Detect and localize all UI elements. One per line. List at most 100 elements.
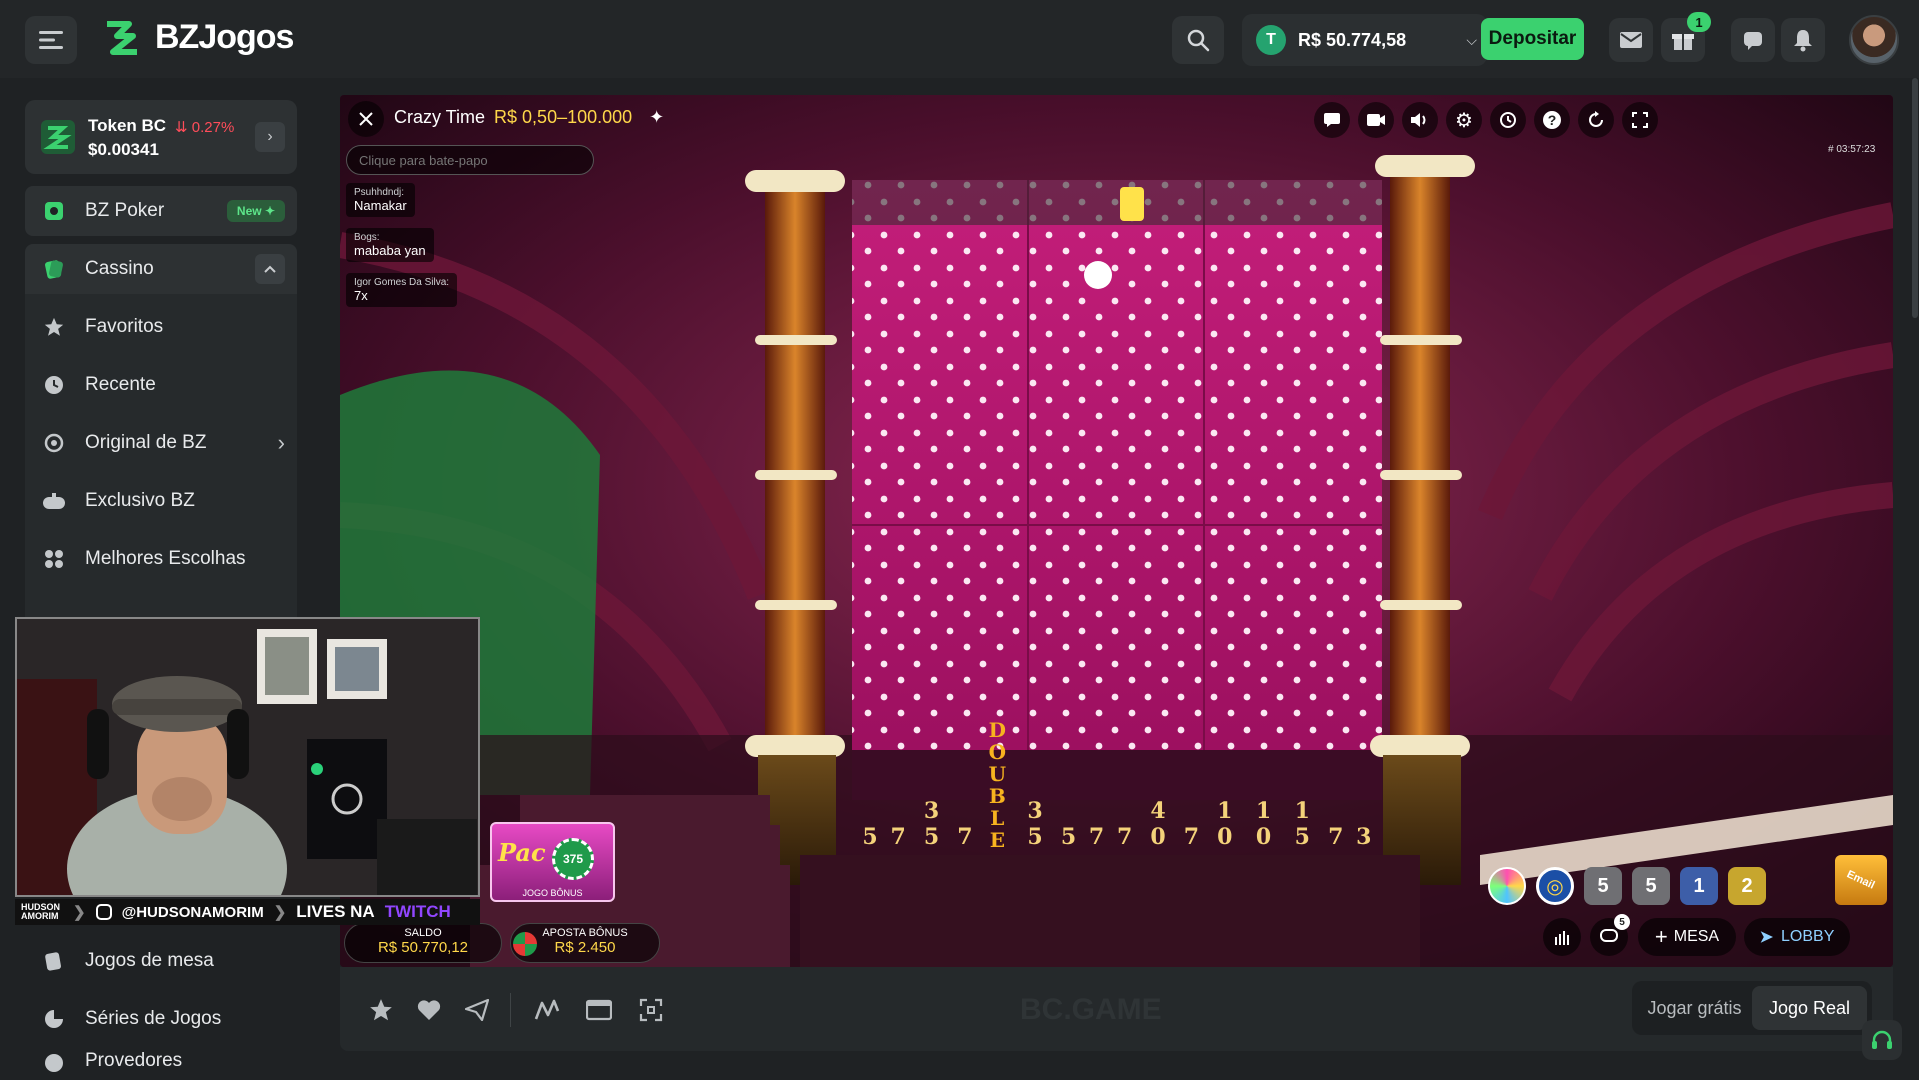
search-icon (1187, 29, 1210, 52)
sidebar-item-bz-poker[interactable]: BZ Poker New ✦ (25, 186, 297, 236)
stats-chart-button[interactable] (532, 995, 562, 1025)
messages-button[interactable] (1609, 18, 1653, 62)
chat-icon (1744, 32, 1762, 50)
sound-button[interactable] (1402, 102, 1438, 138)
grid-icon (41, 546, 67, 572)
chat-button[interactable] (1731, 18, 1775, 62)
game-controls: ⚙ ? (1314, 102, 1658, 138)
result-chip: 5 (1632, 867, 1670, 905)
lobby-button[interactable]: ➤ LOBBY (1744, 918, 1850, 956)
pachinko-logo: Pac (498, 838, 546, 867)
mesa-button[interactable]: + MESA (1638, 918, 1736, 956)
user-avatar[interactable] (1849, 15, 1899, 65)
close-icon (359, 112, 373, 126)
sidebar-item-exclusivo-bz[interactable]: Exclusivo BZ (25, 476, 297, 526)
sidebar-item-cassino[interactable]: Cassino (25, 244, 297, 294)
support-button[interactable] (1862, 1020, 1902, 1060)
deposit-button[interactable]: Depositar (1481, 18, 1584, 60)
video-button[interactable] (1358, 102, 1394, 138)
plus-icon: + (1654, 924, 1668, 949)
volume-icon (1411, 113, 1426, 127)
slot-label: 10 (1211, 798, 1238, 850)
chevron-right-icon[interactable]: › (278, 430, 285, 456)
pin-icon[interactable]: ✦ (649, 107, 664, 127)
sidebar-item-label: Favoritos (85, 316, 164, 337)
providers-icon (41, 1050, 67, 1076)
page-scrollbar[interactable] (1912, 78, 1918, 318)
sidebar-item-series-de-jogos[interactable]: Séries de Jogos (25, 994, 297, 1044)
play-free-option[interactable]: Jogar grátis (1637, 986, 1752, 1030)
svg-text:?: ? (1548, 112, 1557, 128)
sidebar-item-provedores[interactable]: Provedores (25, 1050, 297, 1080)
window-icon (586, 999, 612, 1021)
sidebar-item-jogos-de-mesa[interactable]: Jogos de mesa (25, 936, 297, 986)
refresh-icon (1589, 111, 1603, 127)
chat-user: Bogs: (354, 232, 380, 243)
help-icon: ? (1543, 111, 1561, 129)
settings-button[interactable]: ⚙ (1446, 102, 1482, 138)
webcam-scene (17, 619, 478, 895)
search-button[interactable] (1172, 16, 1224, 64)
token-name: Token BC (88, 116, 167, 135)
refresh-button[interactable] (1578, 102, 1614, 138)
poker-icon (41, 198, 67, 224)
sidebar-item-recente[interactable]: Recente (25, 360, 297, 410)
favorite-button[interactable] (366, 995, 396, 1025)
round-id: # 03:57:23 (1828, 144, 1876, 155)
stats-button[interactable] (1543, 918, 1581, 956)
chart-line-icon (534, 999, 560, 1020)
chat-message: Igor Gomes Da Silva: 7x (346, 273, 458, 307)
sidebar-item-favoritos[interactable]: Favoritos (25, 302, 297, 352)
game-name: Crazy Time (394, 107, 486, 127)
token-card[interactable]: Token BC ⇊ 0.27% $0.00341 › (25, 100, 297, 174)
gifts-button[interactable]: 1 (1661, 12, 1711, 62)
gift-icon (1672, 34, 1694, 50)
streamer-webcam (15, 617, 480, 897)
slot-label: 15 (1289, 798, 1316, 850)
email-gift-badge[interactable]: Email (1835, 855, 1887, 905)
brand-logo[interactable]: BZJogos (103, 18, 294, 57)
game-limits: R$ 0,50–100.000 (494, 107, 633, 127)
chevron-up-icon[interactable] (255, 254, 285, 284)
slot-label: 7 (1088, 824, 1105, 850)
slot-label: 3 (1356, 824, 1372, 850)
theater-mode-button[interactable] (584, 995, 614, 1025)
instagram-icon (95, 904, 112, 920)
wallet-selector[interactable]: T R$ 50.774,58 ⌵ (1242, 14, 1487, 66)
sidebar-item-original-de-bz[interactable]: Original de BZ › (25, 418, 297, 468)
sidebar-item-melhores-escolhas[interactable]: Melhores Escolhas (25, 534, 297, 584)
notifications-button[interactable] (1781, 18, 1825, 62)
chat-input[interactable] (346, 145, 594, 175)
slot-label: 5 (862, 824, 878, 850)
sidebar-item-label: Melhores Escolhas (85, 548, 246, 569)
sidebar-item-label: Exclusivo BZ (85, 490, 195, 511)
share-button[interactable] (462, 995, 492, 1025)
token-change-value: 0.27% (191, 119, 235, 136)
slot-label-double: DOUBLE (985, 718, 1010, 850)
sidebar: Token BC ⇊ 0.27% $0.00341 › BZ Poker New… (0, 78, 320, 1078)
fullscreen-button[interactable] (1622, 102, 1658, 138)
tether-coin-icon: T (1256, 25, 1286, 55)
menu-toggle-button[interactable] (25, 16, 77, 64)
sidebar-item-label: Séries de Jogos (85, 1008, 222, 1029)
chat-text: mababa yan (354, 243, 426, 258)
game-toolbar: BC.GAME Jogar grátis Jogo Real (340, 967, 1893, 1051)
slot-label: 35 (1022, 798, 1049, 850)
gamepad-icon (41, 488, 67, 514)
result-chip: 1 (1680, 867, 1718, 905)
play-real-option[interactable]: Jogo Real (1752, 986, 1867, 1030)
balance-value: R$ 50.770,12 (377, 939, 469, 956)
chevron-right-icon[interactable]: › (255, 122, 285, 152)
game-frame[interactable]: 5 7 35 7 DOUBLE 35 5 7 7 40 7 10 10 15 7… (340, 95, 1893, 967)
fullscreen-toggle-button[interactable] (636, 995, 666, 1025)
help-button[interactable]: ? (1534, 102, 1570, 138)
result-chip: 2 (1728, 867, 1766, 905)
chat-toggle-button[interactable] (1314, 102, 1350, 138)
sidebar-item-label: Jogos de mesa (85, 950, 214, 971)
close-game-button[interactable] (348, 101, 384, 137)
gift-count-badge: 1 (1687, 12, 1711, 32)
history-button[interactable] (1490, 102, 1526, 138)
brand-name: BZJogos (155, 18, 294, 56)
live-chat-button[interactable]: 5 (1590, 914, 1630, 956)
like-button[interactable] (414, 995, 444, 1025)
